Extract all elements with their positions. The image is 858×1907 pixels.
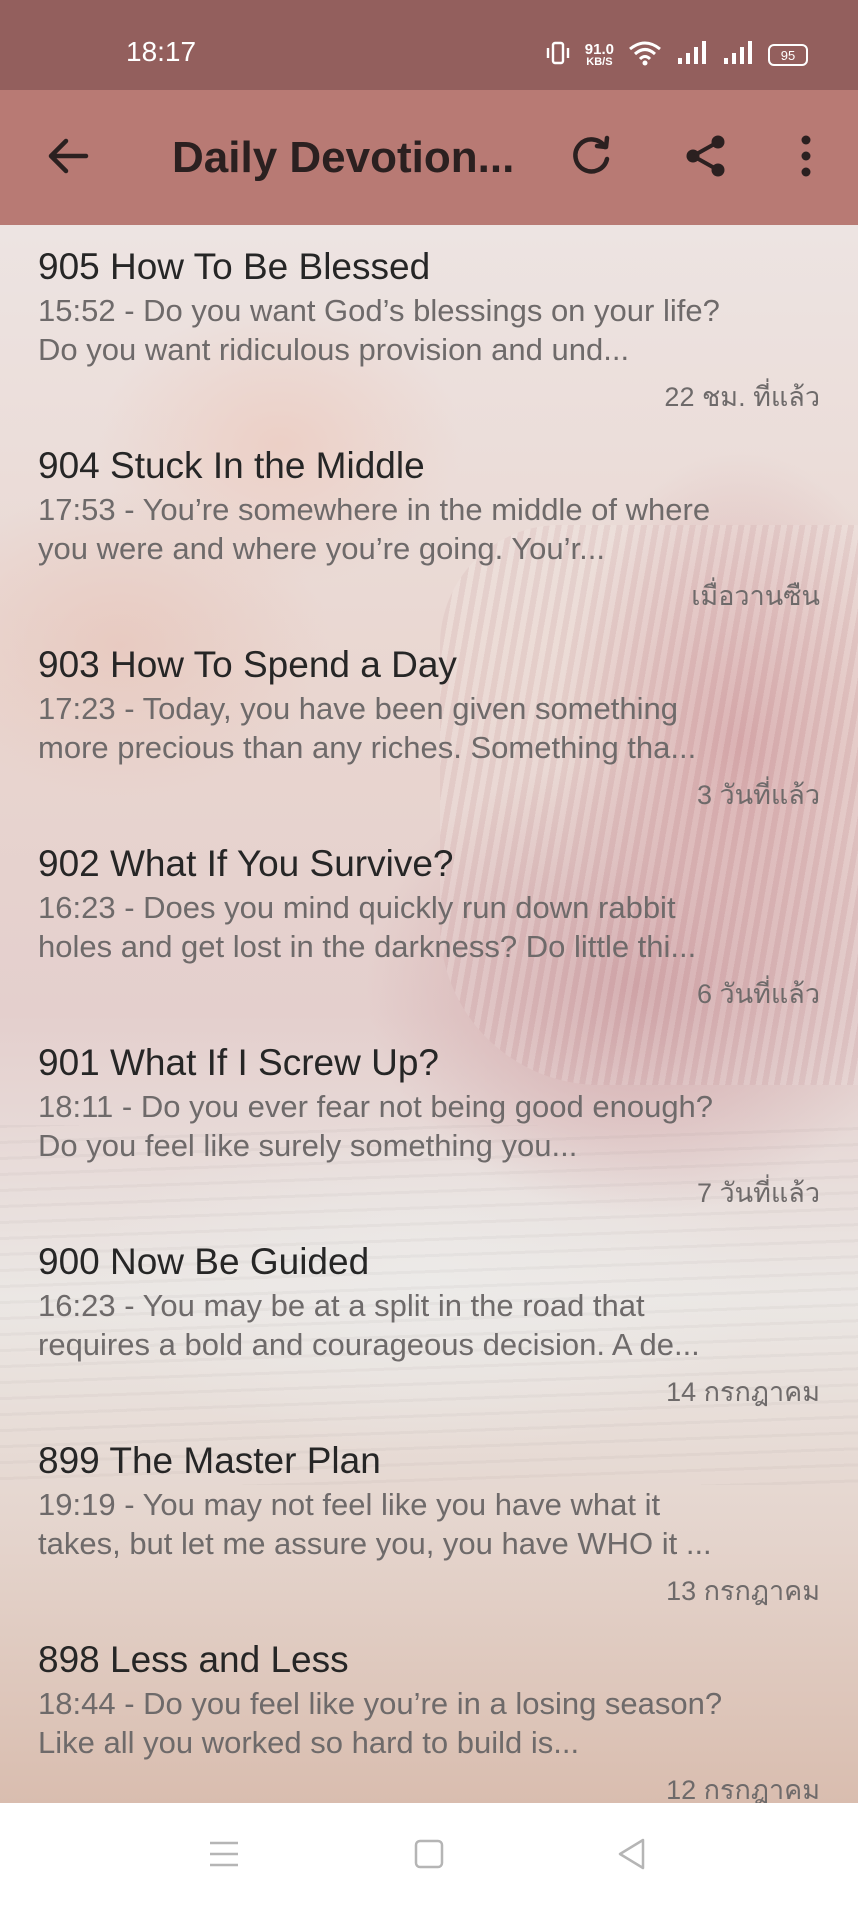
back-button[interactable] <box>38 128 98 188</box>
item-description: 18:11 - Do you ever fear not being good … <box>38 1089 714 1163</box>
list-item[interactable]: 900 Now Be Guided 16:23 - You may be at … <box>0 1220 858 1419</box>
list-item[interactable]: 901 What If I Screw Up? 18:11 - Do you e… <box>0 1021 858 1220</box>
signal-icon-1 <box>676 40 708 71</box>
item-description: 16:23 - You may be at a split in the roa… <box>38 1288 700 1362</box>
item-date: 6 วันที่แล้ว <box>696 979 820 1009</box>
item-description: 19:19 - You may not feel like you have w… <box>38 1487 712 1561</box>
status-time: 18:17 <box>126 36 197 67</box>
list-item[interactable]: 898 Less and Less 18:44 - Do you feel li… <box>0 1618 858 1817</box>
item-title: 904 Stuck In the Middle <box>38 445 425 486</box>
item-description: 18:44 - Do you feel like you’re in a los… <box>38 1686 723 1760</box>
arrow-left-icon <box>46 134 90 183</box>
item-description: 16:23 - Does you mind quickly run down r… <box>38 890 697 964</box>
home-button[interactable] <box>406 1833 452 1879</box>
item-date: 14 กรกฎาคม <box>666 1377 820 1407</box>
item-title: 903 How To Spend a Day <box>38 644 457 685</box>
network-speed-unit: KB/S <box>586 56 613 68</box>
vibrate-icon <box>545 40 571 71</box>
devotion-list: 905 How To Be Blessed 15:52 - Do you wan… <box>0 225 858 1817</box>
square-icon <box>413 1838 445 1875</box>
recent-apps-button[interactable] <box>201 1833 247 1879</box>
item-title: 898 Less and Less <box>38 1639 349 1680</box>
back-nav-button[interactable] <box>609 1833 655 1879</box>
status-icons: 91.0 KB/S 95 <box>545 38 808 72</box>
share-button[interactable] <box>676 128 736 188</box>
more-options-button[interactable] <box>776 128 836 188</box>
item-date: 3 วันที่แล้ว <box>696 780 820 810</box>
page-title: Daily Devotion... <box>172 133 515 182</box>
triangle-back-icon <box>615 1837 649 1876</box>
list-item[interactable]: 903 How To Spend a Day 17:23 - Today, yo… <box>0 623 858 822</box>
refresh-button[interactable] <box>561 128 621 188</box>
network-speed: 91.0 KB/S <box>585 42 614 68</box>
status-bar: 18:17 91.0 KB/S 95 <box>0 0 858 90</box>
item-description: 15:52 - Do you want God’s blessings on y… <box>38 293 720 367</box>
item-date: 22 ชม. ที่แล้ว <box>664 382 820 412</box>
item-title: 899 The Master Plan <box>38 1440 381 1481</box>
battery-icon: 95 <box>768 44 808 66</box>
item-date: เมื่อวานซืน <box>691 581 820 611</box>
wifi-icon <box>628 39 662 72</box>
system-navigation-bar <box>0 1803 858 1907</box>
share-icon <box>682 132 730 185</box>
item-title: 902 What If You Survive? <box>38 843 454 884</box>
item-title: 900 Now Be Guided <box>38 1241 370 1282</box>
item-description: 17:23 - Today, you have been given somet… <box>38 691 697 765</box>
item-title: 905 How To Be Blessed <box>38 246 431 287</box>
item-description: 17:53 - You’re somewhere in the middle o… <box>38 492 711 566</box>
app-toolbar: Daily Devotion... <box>0 90 858 225</box>
list-item[interactable]: 902 What If You Survive? 16:23 - Does yo… <box>0 822 858 1021</box>
item-title: 901 What If I Screw Up? <box>38 1042 440 1083</box>
item-date: 7 วันที่แล้ว <box>696 1178 820 1208</box>
item-date: 13 กรกฎาคม <box>666 1576 820 1606</box>
list-item[interactable]: 905 How To Be Blessed 15:52 - Do you wan… <box>0 225 858 424</box>
network-speed-value: 91.0 <box>584 41 614 58</box>
menu-lines-icon <box>207 1839 241 1874</box>
list-item[interactable]: 899 The Master Plan 19:19 - You may not … <box>0 1419 858 1618</box>
more-vertical-icon <box>796 133 816 184</box>
signal-icon-2 <box>722 40 754 71</box>
refresh-icon <box>568 133 614 184</box>
list-item[interactable]: 904 Stuck In the Middle 17:53 - You’re s… <box>0 424 858 623</box>
